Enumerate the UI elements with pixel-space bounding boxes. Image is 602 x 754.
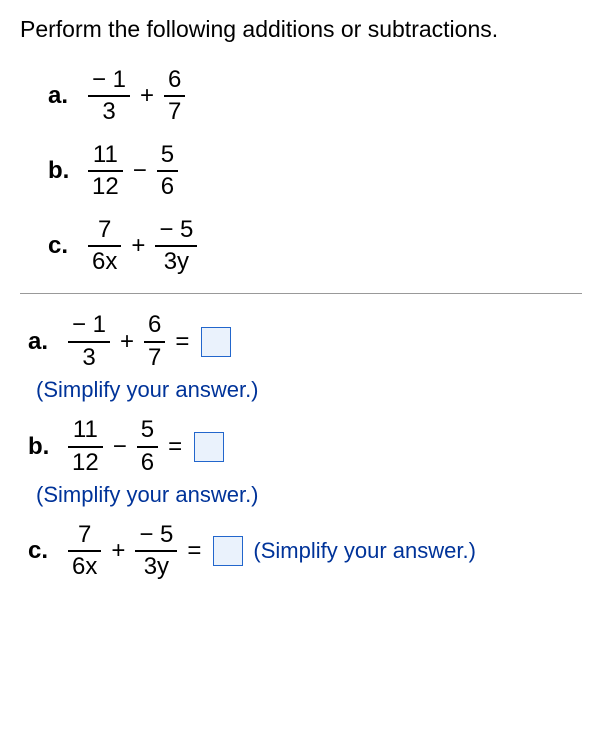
numerator: 6 [164, 67, 185, 93]
operator: − [113, 433, 127, 461]
operator: − [133, 157, 147, 185]
fraction: 5 6 [137, 417, 158, 476]
numerator: − 5 [135, 522, 177, 548]
fraction: − 5 3y [155, 217, 197, 276]
label-a: a. [48, 82, 74, 110]
fraction-line [68, 550, 101, 552]
denominator: 3y [160, 249, 193, 275]
denominator: 6 [157, 174, 178, 200]
equals: = [168, 433, 182, 461]
label-c: c. [48, 232, 74, 260]
hint-b: (Simplify your answer.) [28, 482, 582, 508]
fraction-line [157, 170, 178, 172]
fraction: − 1 3 [88, 67, 130, 126]
equals: = [187, 537, 201, 565]
denominator: 7 [164, 99, 185, 125]
fraction: 11 12 [68, 417, 103, 476]
problem-c: c. 7 6x + − 5 3y [48, 217, 582, 276]
numerator: 6 [144, 312, 165, 338]
answer-input-c[interactable] [213, 536, 243, 566]
fraction-line [135, 550, 177, 552]
fraction: 6 7 [144, 312, 165, 371]
problem-a: a. − 1 3 + 6 7 [48, 67, 582, 126]
label-c: c. [28, 537, 54, 565]
numerator: − 1 [88, 67, 130, 93]
fraction: 5 6 [157, 142, 178, 201]
operator: + [140, 82, 154, 110]
label-a: a. [28, 328, 54, 356]
denominator: 7 [144, 345, 165, 371]
denominator: 3 [78, 345, 99, 371]
fraction-line [164, 95, 185, 97]
numerator: 11 [69, 417, 102, 443]
numerator: 5 [157, 142, 178, 168]
fraction: 6 7 [164, 67, 185, 126]
numerator: − 1 [68, 312, 110, 338]
problem-list: a. − 1 3 + 6 7 b. 11 12 − 5 6 c. 7 [20, 67, 582, 275]
answer-section: a. − 1 3 + 6 7 = (Simplify your answer.)… [20, 312, 582, 580]
fraction: 11 12 [88, 142, 123, 201]
answer-a: a. − 1 3 + 6 7 = [28, 312, 582, 371]
fraction: 7 6x [88, 217, 121, 276]
denominator: 12 [88, 174, 123, 200]
fraction-line [88, 95, 130, 97]
denominator: 6x [88, 249, 121, 275]
label-b: b. [28, 433, 54, 461]
numerator: − 5 [155, 217, 197, 243]
denominator: 6 [137, 450, 158, 476]
equals: = [175, 328, 189, 356]
answer-input-b[interactable] [194, 432, 224, 462]
answer-c: c. 7 6x + − 5 3y = (Simplify your answer… [28, 522, 582, 581]
divider [20, 293, 582, 294]
fraction-line [144, 341, 165, 343]
fraction-line [88, 245, 121, 247]
fraction-line [68, 446, 103, 448]
denominator: 3y [140, 554, 173, 580]
answer-input-a[interactable] [201, 327, 231, 357]
instruction-text: Perform the following additions or subtr… [20, 16, 582, 43]
answer-b: b. 11 12 − 5 6 = [28, 417, 582, 476]
fraction: − 1 3 [68, 312, 110, 371]
fraction-line [68, 341, 110, 343]
denominator: 3 [98, 99, 119, 125]
operator: + [131, 232, 145, 260]
fraction-line [155, 245, 197, 247]
problem-b: b. 11 12 − 5 6 [48, 142, 582, 201]
fraction-line [137, 446, 158, 448]
numerator: 5 [137, 417, 158, 443]
hint-a: (Simplify your answer.) [28, 377, 582, 403]
fraction: − 5 3y [135, 522, 177, 581]
denominator: 6x [68, 554, 101, 580]
fraction-line [88, 170, 123, 172]
fraction: 7 6x [68, 522, 101, 581]
denominator: 12 [68, 450, 103, 476]
numerator: 11 [89, 142, 122, 168]
numerator: 7 [94, 217, 115, 243]
operator: + [111, 537, 125, 565]
operator: + [120, 328, 134, 356]
label-b: b. [48, 157, 74, 185]
hint-c: (Simplify your answer.) [253, 538, 476, 564]
numerator: 7 [74, 522, 95, 548]
